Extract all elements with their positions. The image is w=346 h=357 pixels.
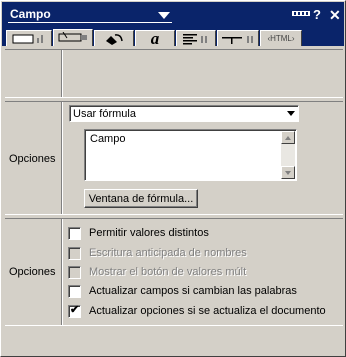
formula-textarea[interactable]: Campo [84,129,297,181]
formula-options-label-column: Opciones [5,102,63,214]
checkbox-row[interactable]: Actualizar campos si cambian las palabra… [68,283,297,299]
checkbox-row[interactable]: ✔ Actualizar opciones si se actualiza el… [68,303,326,319]
checkbox [68,265,81,279]
html-icon: ‹HTML› [267,34,295,43]
checkbox[interactable]: ✔ [68,303,81,318]
checkbox [68,246,81,260]
formula-type-dropdown[interactable]: Usar fórmula [69,105,299,122]
menu-dots-icon[interactable] [292,5,310,21]
checkbox[interactable] [68,226,81,240]
properties-tab-bar: a ‹HTML› [2,28,344,48]
arrow-down-icon [285,171,291,175]
field-pencil-icon [58,32,87,42]
tab-field[interactable] [53,29,93,46]
tab-text[interactable]: a [135,28,175,48]
scroll-down-button[interactable] [281,166,295,179]
formula-options-label: Opciones [9,153,56,165]
formula-text: Campo [90,133,126,145]
formula-window-button[interactable]: Ventana de fórmula... [84,189,198,208]
tab-html[interactable]: ‹HTML› [260,30,302,46]
field-options-section: Opciones Permitir valores distintos Escr… [5,218,343,326]
field-options-label-column: Opciones [5,219,63,325]
chevron-down-icon[interactable] [158,12,170,19]
empty-section [5,49,343,98]
checkmark-icon: ✔ [70,303,80,316]
paragraph-lines-icon [183,33,207,44]
close-icon[interactable]: ✕ [329,7,341,24]
dropdown-value: Usar fórmula [73,108,136,120]
properties-title: Campo [10,7,51,21]
properties-palette: Campo ? ✕ a ‹HTML› Opciones Usar fórmula… [0,0,346,357]
paint-bucket-icon [106,33,123,45]
help-icon[interactable]: ? [313,7,321,22]
field-options-label: Opciones [9,266,56,278]
checkbox-label: Escritura anticipada de nombres [89,247,247,259]
empty-section-label-column [5,50,63,97]
tab-color-line[interactable] [94,30,134,46]
checkbox-label: Permitir valores distintos [89,227,209,239]
formula-options-section: Opciones Usar fórmula Campo Ventana de f… [5,101,343,215]
title-bar[interactable]: Campo ? ✕ [2,2,344,28]
tab-paragraph[interactable] [176,30,216,46]
vertical-scrollbar[interactable] [281,131,295,179]
checkbox-row: Escritura anticipada de nombres [68,245,247,261]
chevron-down-icon[interactable] [287,111,295,116]
box-ruler-icon [12,34,43,43]
checkbox-row: Mostrar el botón de valores múlt [68,264,246,280]
checkbox-row[interactable]: Permitir valores distintos [68,225,209,241]
checkbox-label: Actualizar campos si cambian las palabra… [89,285,297,297]
scroll-up-button[interactable] [281,131,295,144]
tab-tabs[interactable] [217,30,259,46]
checkbox[interactable] [68,284,81,298]
arrow-up-icon [285,136,291,140]
properties-selector[interactable]: Campo [8,7,172,23]
text-a-icon: a [150,28,160,48]
tab-stop-icon [222,35,253,44]
checkbox-label: Actualizar opciones si se actualiza el d… [89,305,326,317]
checkbox-label: Mostrar el botón de valores múlt [89,266,247,278]
tab-size-position[interactable] [6,30,52,46]
